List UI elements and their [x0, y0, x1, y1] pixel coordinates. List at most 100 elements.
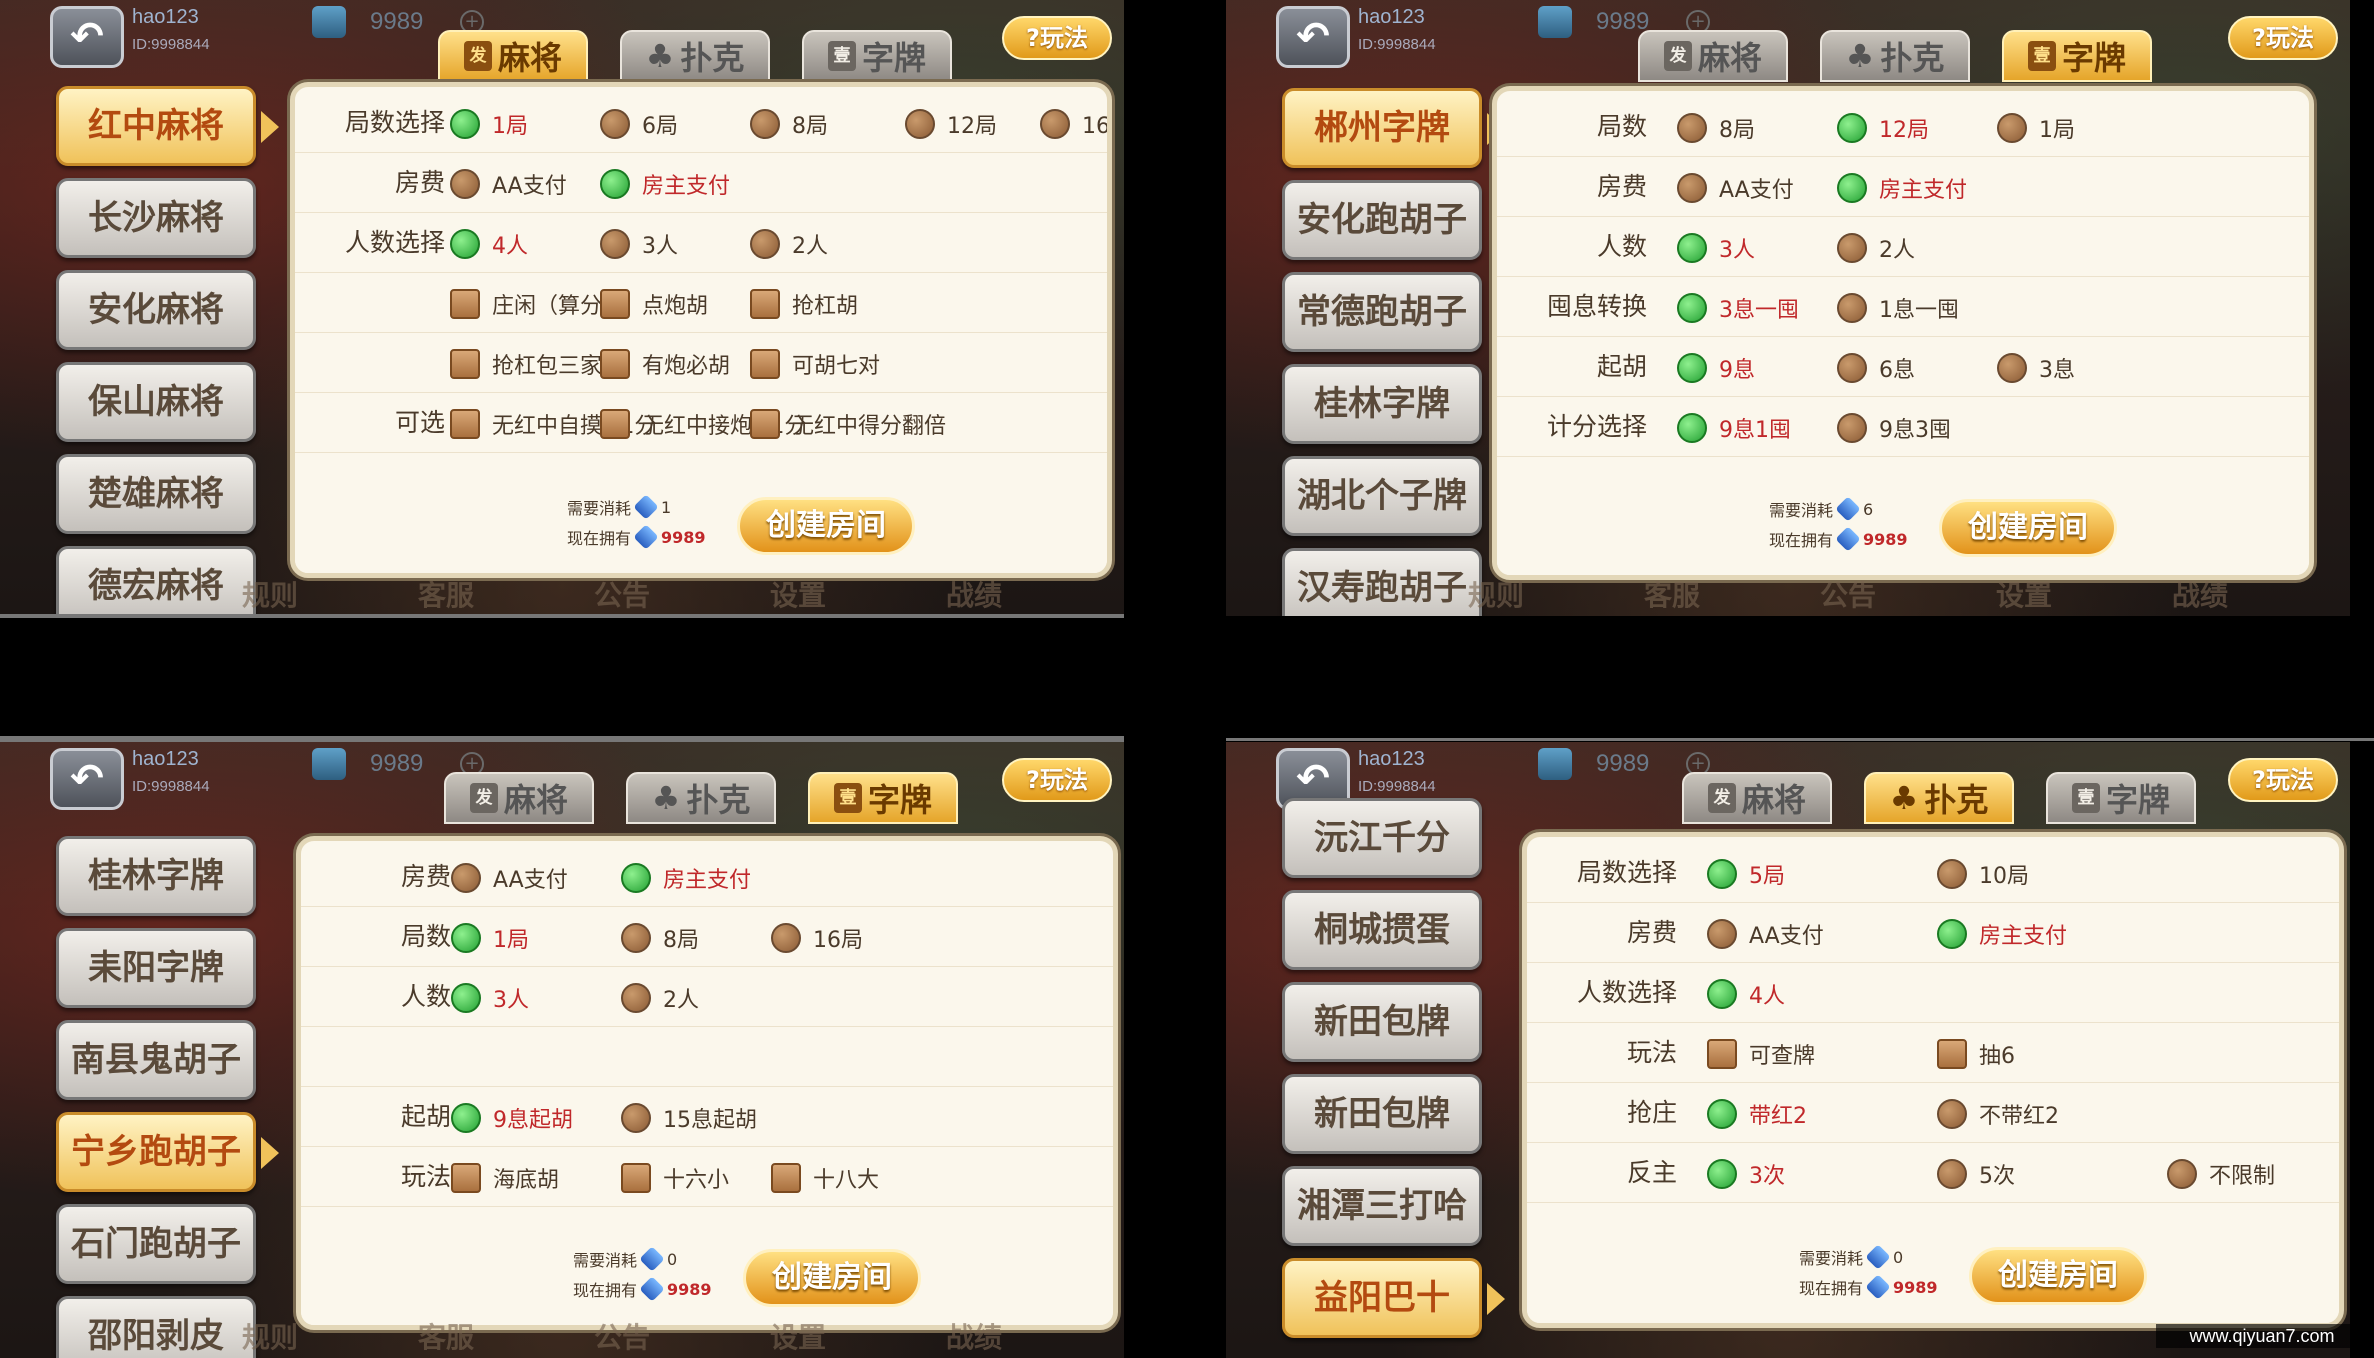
radio-option[interactable]: 1局 — [450, 108, 528, 140]
back-button[interactable]: ↶ — [50, 748, 124, 810]
game-list-item[interactable]: 保山麻将 — [56, 362, 256, 442]
radio-option[interactable]: 12局 — [1837, 112, 1929, 144]
radio-option[interactable]: 房主支付 — [621, 862, 751, 894]
game-list-item[interactable]: 桂林字牌 — [1282, 364, 1482, 444]
game-list-item[interactable]: 益阳巴十 — [1282, 1258, 1482, 1338]
radio-option[interactable]: AA支付 — [450, 168, 567, 200]
tab-zipai[interactable]: 壹字牌 — [2046, 772, 2196, 824]
tab-mahjong[interactable]: 发麻将 — [1638, 30, 1788, 82]
game-list-item[interactable]: 长沙麻将 — [56, 178, 256, 258]
game-list-item[interactable]: 耒阳字牌 — [56, 928, 256, 1008]
radio-option[interactable]: 4人 — [450, 228, 528, 260]
radio-option[interactable]: 9息起胡 — [451, 1102, 573, 1134]
radio-option[interactable]: 15息起胡 — [621, 1102, 757, 1134]
game-list-item[interactable]: 湖北个子牌 — [1282, 456, 1482, 536]
game-list-item[interactable]: 红中麻将 — [56, 86, 256, 166]
game-list-item[interactable]: 新田包牌 — [1282, 982, 1482, 1062]
checkbox-option[interactable]: 有炮必胡 — [600, 348, 730, 380]
radio-option[interactable]: 3人 — [600, 228, 678, 260]
radio-option[interactable]: 2人 — [750, 228, 828, 260]
tab-poker[interactable]: ♣扑克 — [620, 30, 770, 82]
radio-option[interactable]: 5局 — [1707, 858, 1785, 890]
bottom-nav-item[interactable]: 战绩 — [2172, 576, 2228, 616]
radio-option[interactable]: 8局 — [1677, 112, 1755, 144]
help-button[interactable]: ?玩法 — [1002, 16, 1112, 60]
bottom-nav-item[interactable]: 规则 — [242, 1318, 298, 1358]
radio-option[interactable]: AA支付 — [451, 862, 568, 894]
bottom-nav-item[interactable]: 设置 — [1996, 576, 2052, 616]
radio-option[interactable]: 4人 — [1707, 978, 1785, 1010]
radio-option[interactable]: AA支付 — [1707, 918, 1824, 950]
radio-option[interactable]: 带红2 — [1707, 1098, 1807, 1130]
checkbox-option[interactable]: 十六小 — [621, 1162, 729, 1194]
radio-option[interactable]: 8局 — [750, 108, 828, 140]
radio-option[interactable]: 1局 — [451, 922, 529, 954]
bottom-nav-item[interactable]: 规则 — [242, 576, 298, 616]
checkbox-option[interactable]: 抽6 — [1937, 1038, 2015, 1070]
game-list-item[interactable]: 宁乡跑胡子 — [56, 1112, 256, 1192]
tab-mahjong[interactable]: 发麻将 — [1682, 772, 1832, 824]
tab-poker[interactable]: ♣扑克 — [1820, 30, 1970, 82]
game-list-item[interactable]: 石门跑胡子 — [56, 1204, 256, 1284]
radio-option[interactable]: 房主支付 — [1937, 918, 2067, 950]
radio-option[interactable]: 10局 — [1937, 858, 2029, 890]
game-list-item[interactable]: 常德跑胡子 — [1282, 272, 1482, 352]
radio-option[interactable]: 16局 — [1040, 108, 1112, 140]
radio-option[interactable]: 3人 — [451, 982, 529, 1014]
back-button[interactable]: ↶ — [50, 6, 124, 68]
bottom-nav-item[interactable]: 设置 — [770, 576, 826, 616]
radio-option[interactable]: 9息 — [1677, 352, 1755, 384]
radio-option[interactable]: AA支付 — [1677, 172, 1794, 204]
create-room-button[interactable]: 创建房间 — [737, 497, 915, 555]
bottom-nav-item[interactable]: 客服 — [1644, 576, 1700, 616]
help-button[interactable]: ?玩法 — [1002, 758, 1112, 802]
tab-zipai[interactable]: 壹字牌 — [2002, 30, 2152, 82]
game-list-item[interactable]: 沅江千分 — [1282, 798, 1482, 878]
radio-option[interactable]: 3次 — [1707, 1158, 1785, 1190]
create-room-button[interactable]: 创建房间 — [1939, 499, 2117, 557]
tab-poker[interactable]: ♣扑克 — [1864, 772, 2014, 824]
checkbox-option[interactable]: 十八大 — [771, 1162, 879, 1194]
bottom-nav-item[interactable]: 战绩 — [946, 1318, 1002, 1358]
radio-option[interactable]: 房主支付 — [600, 168, 730, 200]
bottom-nav-item[interactable]: 设置 — [770, 1318, 826, 1358]
game-list-item[interactable]: 湘潭三打哈 — [1282, 1166, 1482, 1246]
checkbox-option[interactable]: 可查牌 — [1707, 1038, 1815, 1070]
radio-option[interactable]: 3息一囤 — [1677, 292, 1799, 324]
radio-option[interactable]: 6局 — [600, 108, 678, 140]
radio-option[interactable]: 3人 — [1677, 232, 1755, 264]
radio-option[interactable]: 不限制 — [2167, 1158, 2275, 1190]
radio-option[interactable]: 12局 — [905, 108, 997, 140]
radio-option[interactable]: 1局 — [1997, 112, 2075, 144]
game-list-item[interactable]: 安化跑胡子 — [1282, 180, 1482, 260]
radio-option[interactable]: 3息 — [1997, 352, 2075, 384]
bottom-nav-item[interactable]: 规则 — [1468, 576, 1524, 616]
radio-option[interactable]: 1息一囤 — [1837, 292, 1959, 324]
bottom-nav-item[interactable]: 公告 — [594, 1318, 650, 1358]
radio-option[interactable]: 5次 — [1937, 1158, 2015, 1190]
create-room-button[interactable]: 创建房间 — [743, 1249, 921, 1307]
game-list-item[interactable]: 南县鬼胡子 — [56, 1020, 256, 1100]
checkbox-option[interactable]: 点炮胡 — [600, 288, 708, 320]
tab-mahjong[interactable]: 发麻将 — [444, 772, 594, 824]
game-list-item[interactable]: 郴州字牌 — [1282, 88, 1482, 168]
bottom-nav-item[interactable]: 客服 — [418, 576, 474, 616]
radio-option[interactable]: 9息3囤 — [1837, 412, 1951, 444]
game-list-item[interactable]: 桐城掼蛋 — [1282, 890, 1482, 970]
checkbox-option[interactable]: 海底胡 — [451, 1162, 559, 1194]
checkbox-option[interactable]: 无红中得分翻倍 — [750, 408, 946, 440]
checkbox-option[interactable]: 可胡七对 — [750, 348, 880, 380]
bottom-nav-item[interactable]: 公告 — [594, 576, 650, 616]
radio-option[interactable]: 8局 — [621, 922, 699, 954]
checkbox-option[interactable]: 抢杠胡 — [750, 288, 858, 320]
tab-mahjong[interactable]: 发麻将 — [438, 30, 588, 82]
radio-option[interactable]: 不带红2 — [1937, 1098, 2059, 1130]
radio-option[interactable]: 16局 — [771, 922, 863, 954]
checkbox-option[interactable]: 庄闲（算分） — [450, 288, 624, 320]
bottom-nav-item[interactable]: 客服 — [418, 1318, 474, 1358]
back-button[interactable]: ↶ — [1276, 6, 1350, 68]
radio-option[interactable]: 6息 — [1837, 352, 1915, 384]
game-list-item[interactable]: 新田包牌 — [1282, 1074, 1482, 1154]
game-list-item[interactable]: 楚雄麻将 — [56, 454, 256, 534]
checkbox-option[interactable]: 抢杠包三家 — [450, 348, 602, 380]
